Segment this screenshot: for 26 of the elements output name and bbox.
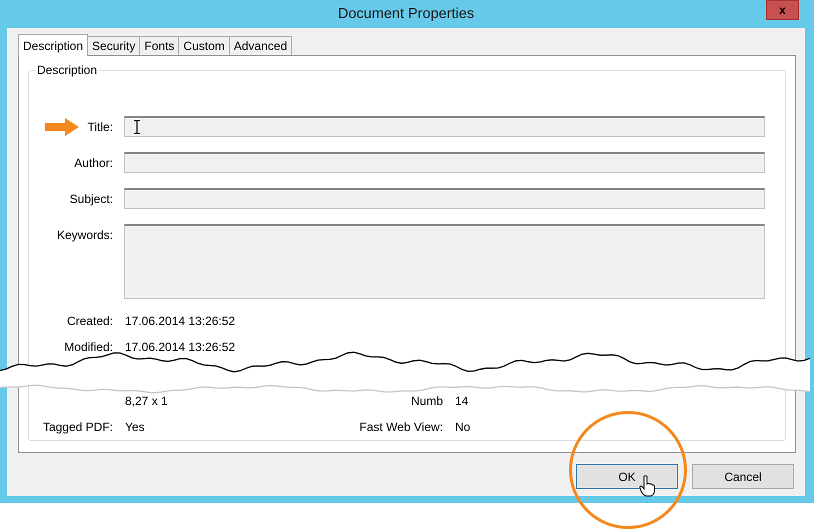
info-label: Tagged PDF:: [42, 420, 113, 434]
tab[interactable]: Description: [18, 34, 88, 56]
window-title: Document Properties: [338, 6, 474, 22]
info-label: Created:: [66, 314, 113, 328]
tab[interactable]: Advanced: [228, 36, 292, 55]
input-field[interactable]: [124, 224, 765, 299]
dialog-button[interactable]: Cancel: [692, 464, 794, 489]
info-label: Numb: [410, 394, 443, 408]
input-field[interactable]: [124, 188, 765, 209]
field-label: Subject:: [70, 192, 113, 206]
info-value: 17.06.2014 13:26:52: [125, 314, 236, 328]
field-label: Author:: [74, 156, 113, 170]
field-label: Keywords:: [56, 228, 113, 242]
group-title: Description: [35, 63, 100, 77]
info-value: No: [455, 420, 472, 434]
info-label: Fast Web View:: [358, 420, 443, 434]
info-value: 8,27 x 1: [125, 394, 169, 408]
info-value: 14: [455, 394, 470, 408]
field-label: Title:: [87, 120, 113, 134]
info-value: Yes: [125, 420, 146, 434]
info-label: Modified:: [63, 340, 113, 354]
info-value: 17.06.2014 13:26:52: [125, 340, 236, 354]
input-field[interactable]: [124, 116, 765, 137]
tab[interactable]: Security: [87, 36, 140, 55]
input-field[interactable]: [124, 152, 765, 173]
close-button[interactable]: x: [766, 0, 799, 20]
